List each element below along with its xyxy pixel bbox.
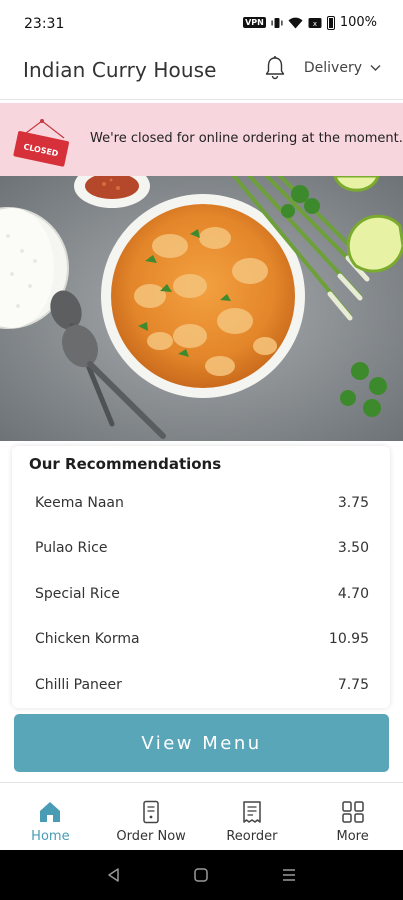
nav-label: More [336, 829, 369, 844]
signal-icon: x [308, 17, 322, 28]
closed-message: We're closed for online ordering at the … [90, 131, 403, 146]
curry-illustration [0, 176, 403, 441]
list-item[interactable]: Chilli Paneer 7.75 [12, 662, 390, 708]
item-price: 10.95 [328, 631, 369, 648]
delivery-label: Delivery [303, 60, 362, 76]
list-item[interactable]: Keema Naan 3.75 [12, 480, 390, 526]
restaurant-title: Indian Curry House [23, 58, 217, 82]
list-item[interactable]: Pulao Rice 3.50 [12, 526, 390, 572]
item-name: Pulao Rice [35, 540, 108, 557]
home-icon [40, 802, 61, 822]
home-button-icon[interactable] [192, 866, 210, 884]
item-price: 7.75 [337, 676, 369, 693]
status-icons: VPN x 100% [243, 15, 377, 30]
back-icon[interactable] [105, 866, 123, 884]
recents-icon[interactable] [280, 866, 298, 884]
closed-banner: CLOSED We're closed for online ordering … [0, 103, 403, 176]
item-name: Keema Naan [35, 494, 124, 511]
vpn-icon: VPN [243, 17, 266, 28]
svg-text:x: x [313, 20, 317, 28]
delivery-selector[interactable]: Delivery [304, 60, 381, 76]
item-price: 3.50 [337, 540, 369, 557]
nav-order-now[interactable]: Order Now [101, 783, 202, 850]
recommendations-list: Keema Naan 3.75 Pulao Rice 3.50 Special … [12, 480, 390, 708]
battery-icon [326, 15, 335, 30]
bell-icon[interactable] [261, 54, 289, 82]
bottom-nav: Home Order Now Reorder More [0, 782, 403, 850]
nav-home[interactable]: Home [0, 783, 101, 850]
item-name: Chicken Korma [35, 631, 140, 648]
grid-icon [341, 801, 364, 823]
item-price: 3.75 [337, 494, 369, 511]
nav-reorder[interactable]: Reorder [202, 783, 303, 850]
system-nav-bar [0, 850, 403, 900]
item-price: 4.70 [337, 585, 369, 602]
vibrate-icon [271, 17, 283, 28]
nav-label: Home [31, 829, 70, 844]
recommendations-title: Our Recommendations [29, 455, 222, 473]
nav-label: Order Now [116, 829, 186, 844]
battery-percent: 100% [339, 15, 377, 30]
status-time: 23:31 [24, 16, 65, 32]
item-name: Chilli Paneer [35, 676, 122, 693]
view-menu-button[interactable]: View Menu [14, 714, 389, 772]
closed-sign-icon: CLOSED [13, 119, 69, 167]
receipt-icon [243, 801, 261, 823]
nav-more[interactable]: More [302, 783, 403, 850]
nav-label: Reorder [226, 829, 278, 844]
recommendations-card: Our Recommendations Keema Naan 3.75 Pula… [12, 446, 390, 708]
list-item[interactable]: Special Rice 4.70 [12, 571, 390, 617]
wifi-icon [288, 17, 303, 28]
chevron-down-icon [370, 65, 381, 71]
item-name: Special Rice [35, 585, 120, 602]
list-item[interactable]: Chicken Korma 10.95 [12, 617, 390, 663]
app-header: Indian Curry House Delivery [0, 48, 403, 100]
hero-image [0, 176, 403, 441]
status-bar: 23:31 VPN x 100% [0, 0, 403, 48]
order-icon [143, 800, 159, 824]
